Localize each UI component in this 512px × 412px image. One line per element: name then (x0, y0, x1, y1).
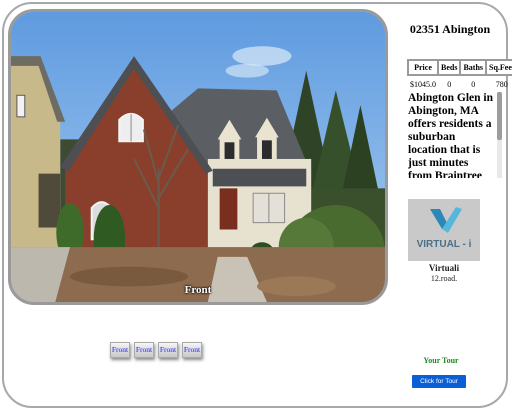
stats-header-row: Price Beds Baths Sq.Feet (407, 59, 512, 76)
description-panel[interactable]: Abington Glen in Abington, MA offers res… (408, 92, 504, 178)
main-photo[interactable]: Front (8, 9, 388, 305)
price-value: $1045.0 (410, 80, 436, 89)
sqfeet-value: 780 (495, 80, 508, 89)
beds-value: 0 (447, 80, 452, 89)
click-for-tour-button[interactable]: Click for Tour (412, 375, 466, 388)
price-header: Price (407, 59, 439, 76)
description-scroll-thumb[interactable] (497, 92, 502, 140)
tour-label: Your Tour (423, 356, 459, 365)
stats-value-row: $1045.0 0 0 780 (408, 75, 512, 93)
house-photo-image (11, 12, 385, 302)
virtuali-logo-image: VIRTUAL - i (417, 207, 472, 250)
logo-subtitle: 12.road. (430, 274, 458, 283)
thumbnail-front-3[interactable]: Front (158, 342, 178, 358)
thumbnail-front-2[interactable]: Front (134, 342, 154, 358)
listing-stats-table: Price Beds Baths Sq.Feet $1045.0 0 0 780 (407, 59, 512, 93)
logo-text: VIRTUAL - i (417, 239, 472, 250)
listing-description: Abington Glen in Abington, MA offers res… (408, 92, 493, 178)
logo-name: Virtuali (428, 263, 460, 273)
thumbnail-front-4[interactable]: Front (182, 342, 202, 358)
baths-value: 0 (471, 80, 476, 89)
page-frame: Front 02351 Abington Price Beds Baths Sq… (2, 2, 512, 408)
baths-header: Baths (459, 59, 487, 76)
beds-header: Beds (436, 59, 462, 76)
sqfeet-header: Sq.Feet (485, 59, 512, 76)
virtuali-logo[interactable]: VIRTUAL - i (408, 199, 480, 261)
listing-title: 02351 Abington (409, 22, 491, 36)
thumbnail-front-1[interactable]: Front (110, 342, 130, 358)
photo-caption: Front (184, 284, 212, 296)
description-scrollbar[interactable] (497, 92, 502, 178)
